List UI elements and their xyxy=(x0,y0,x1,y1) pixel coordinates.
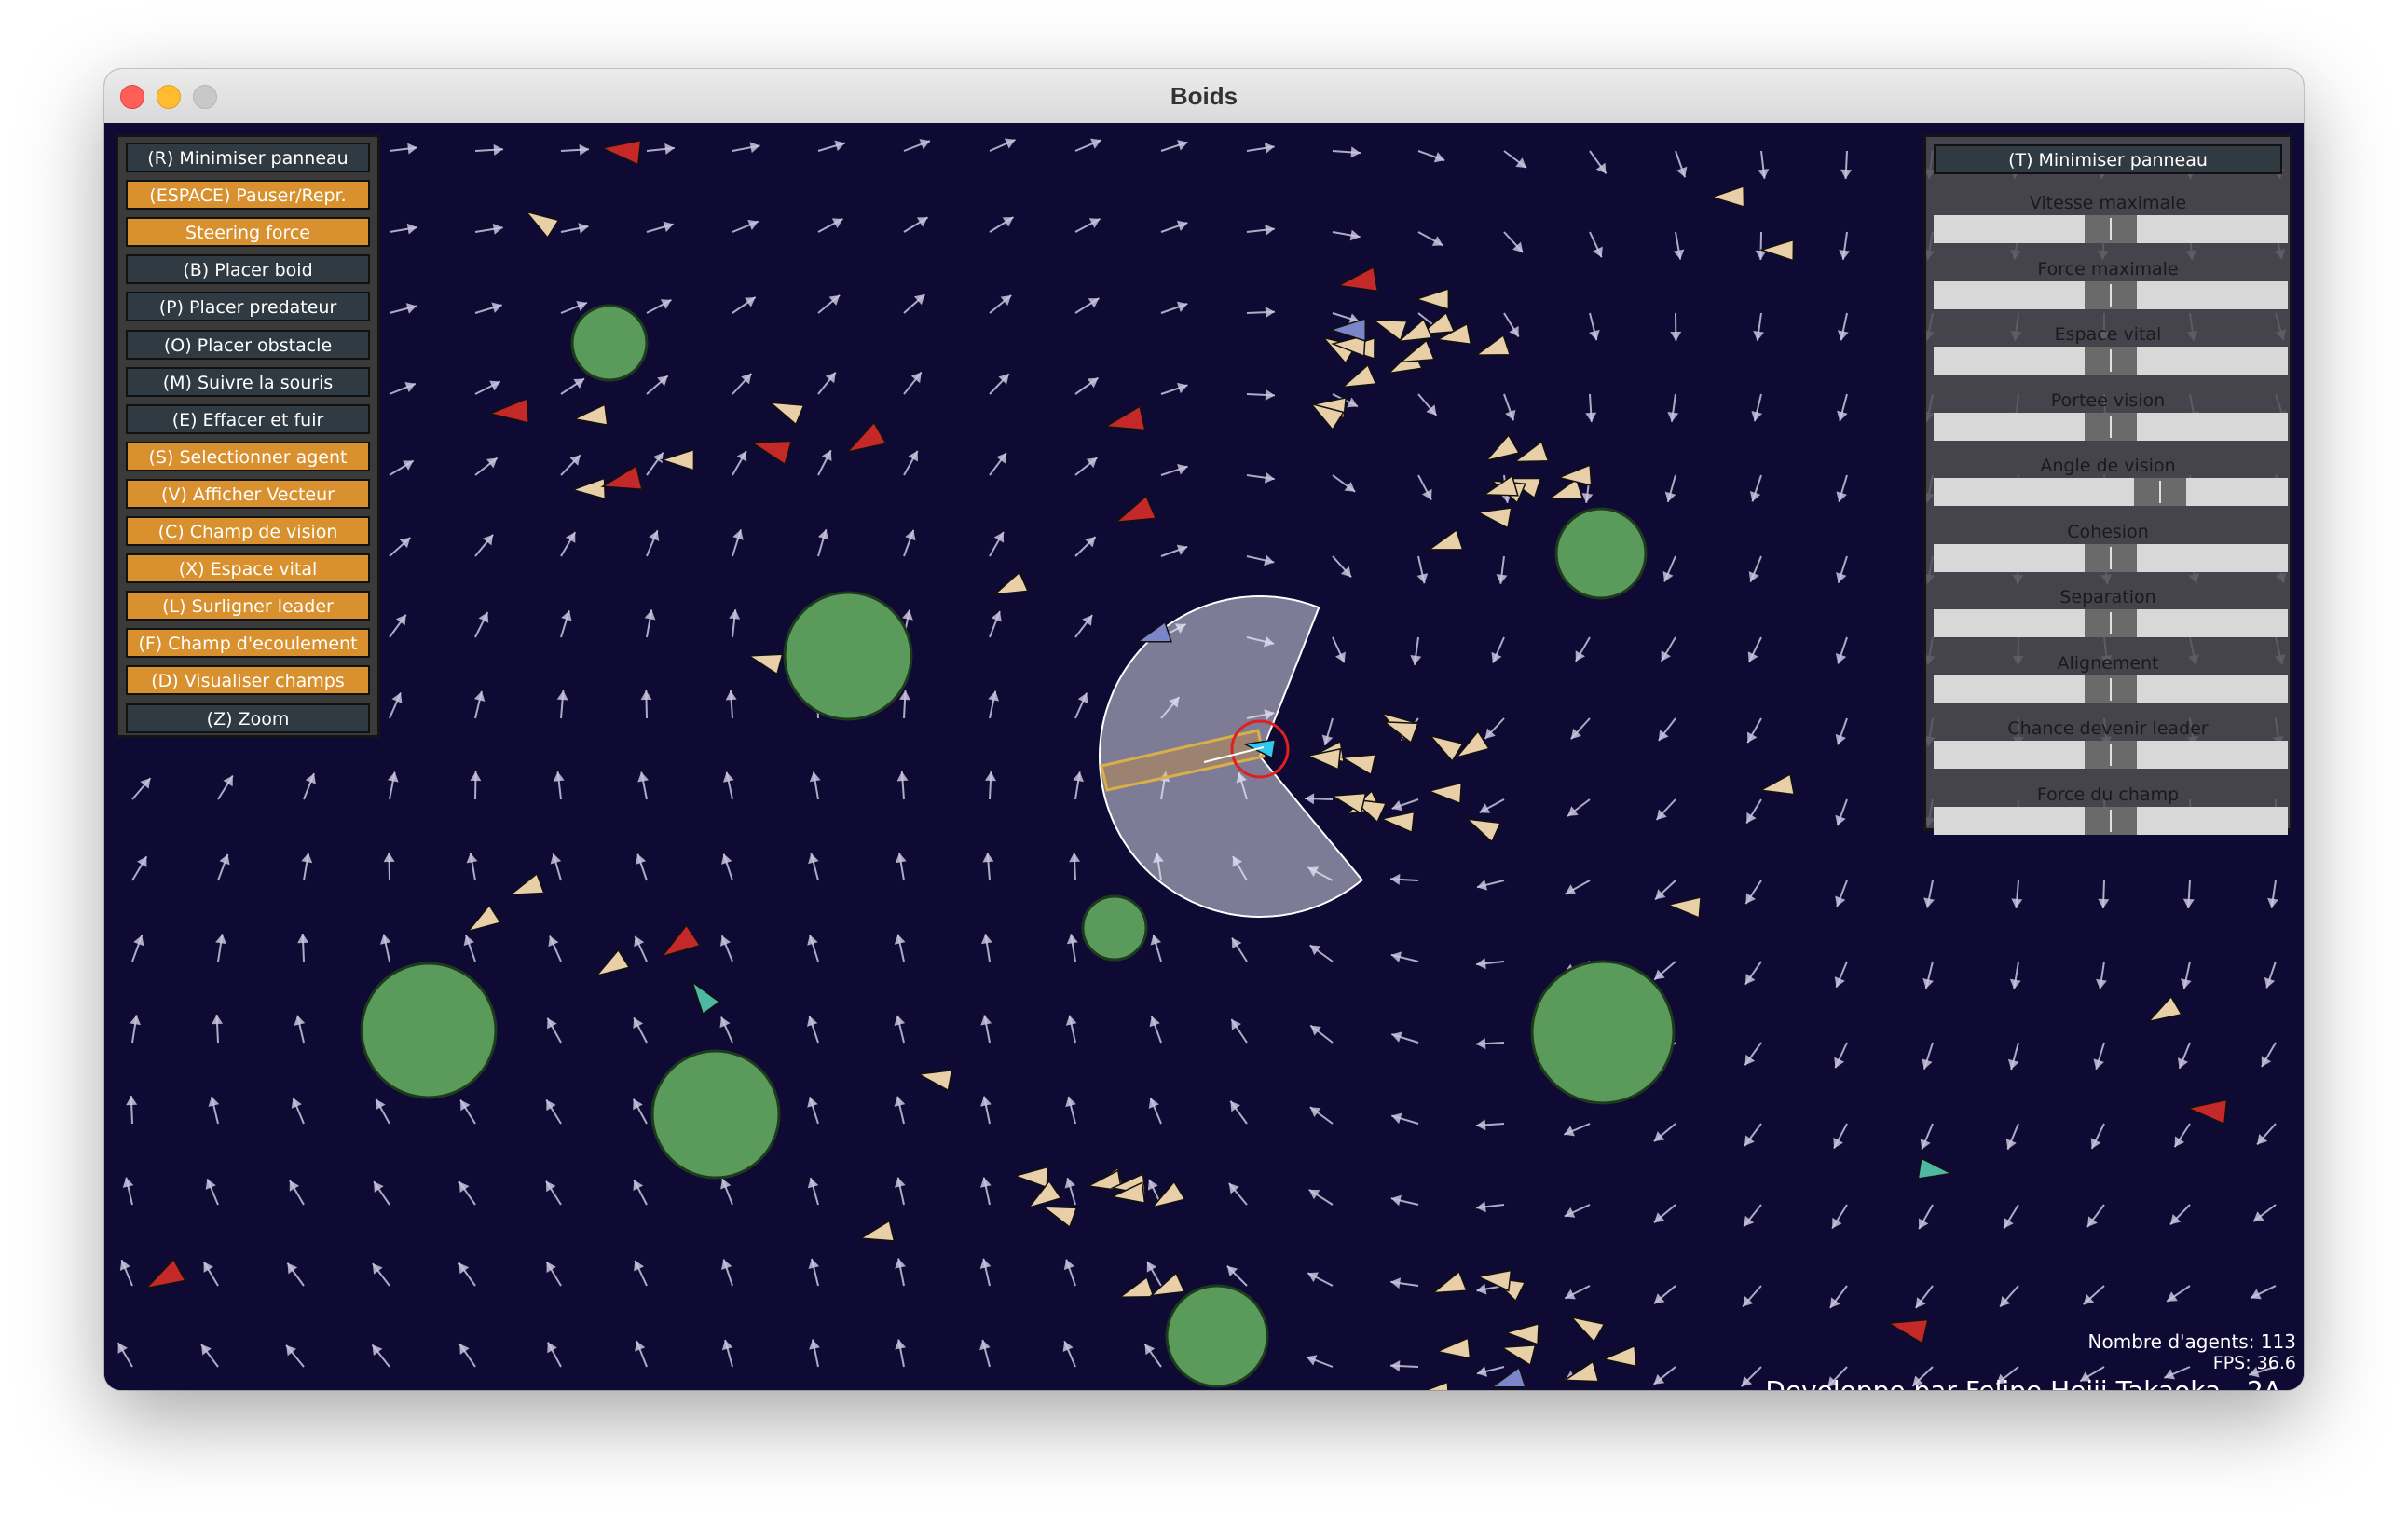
parameter-slider-3[interactable] xyxy=(1934,412,2288,441)
toggle-button-13[interactable]: (F) Champ d'ecoulement xyxy=(126,628,370,659)
slider-thumb[interactable] xyxy=(2085,215,2137,243)
slider-thumb[interactable] xyxy=(2085,543,2137,572)
slider-thumb-mark xyxy=(2159,481,2162,503)
toggle-button-6[interactable]: (M) Suivre la souris xyxy=(126,366,370,397)
slider-thumb[interactable] xyxy=(2085,280,2137,309)
toggle-button-8[interactable]: (S) Selectionner agent xyxy=(126,441,370,471)
fps-counter: FPS: 36.6 xyxy=(2212,1353,2296,1373)
slider-thumb-mark xyxy=(2110,612,2112,634)
toggle-button-7[interactable]: (E) Effacer et fuir xyxy=(126,403,370,434)
obstacle[interactable] xyxy=(1530,960,1676,1105)
toggle-button-2[interactable]: Steering force xyxy=(126,217,370,248)
toggle-button-0[interactable]: (R) Minimiser panneau xyxy=(126,143,370,172)
slider-thumb-mark xyxy=(2110,349,2112,372)
obstacle[interactable] xyxy=(1165,1284,1269,1388)
title-bar: Boids xyxy=(104,69,2304,124)
toggle-button-12[interactable]: (L) Surligner leader xyxy=(126,591,370,621)
obstacle[interactable] xyxy=(570,304,649,382)
toggle-button-14[interactable]: (D) Visualiser champs xyxy=(126,665,370,696)
obstacle[interactable] xyxy=(1081,894,1148,962)
slider-label-3: Portee vision xyxy=(2050,389,2166,411)
obstacle[interactable] xyxy=(650,1049,781,1180)
slider-thumb-mark xyxy=(2110,809,2112,832)
slider-label-8: Chance devenir leader xyxy=(2007,718,2209,739)
parameter-slider-4[interactable] xyxy=(1934,478,2288,506)
slider-thumb-mark xyxy=(2110,218,2112,240)
parameter-slider-1[interactable] xyxy=(1934,280,2288,309)
slider-thumb[interactable] xyxy=(2085,412,2137,441)
slider-thumb-mark xyxy=(2110,283,2112,307)
obstacle[interactable] xyxy=(783,591,913,721)
parameter-slider-8[interactable] xyxy=(1934,741,2288,769)
slider-label-4: Angle de vision xyxy=(2040,456,2176,476)
parameters-panel: (T) Minimiser panneau Vitesse maximale Fo… xyxy=(1923,134,2292,835)
app-window: Boids (R) Minimiser panneau (ESPACE) Paus… xyxy=(104,69,2304,1390)
parameter-slider-0[interactable] xyxy=(1934,215,2288,243)
slider-label-6: Separation xyxy=(2059,587,2156,607)
slider-thumb[interactable] xyxy=(2085,741,2137,769)
obstacle[interactable] xyxy=(360,962,498,1099)
parameter-slider-5[interactable] xyxy=(1934,543,2288,572)
slider-thumb-mark xyxy=(2110,677,2112,701)
window-title: Boids xyxy=(1170,82,1238,110)
parameter-slider-9[interactable] xyxy=(1934,806,2288,835)
control-panel-left: (R) Minimiser panneau (ESPACE) Pauser/Rep… xyxy=(116,134,380,738)
toggle-button-5[interactable]: (O) Placer obstacle xyxy=(126,329,370,360)
toggle-button-10[interactable]: (C) Champ de vision xyxy=(126,516,370,546)
slider-thumb[interactable] xyxy=(2085,806,2137,835)
toggle-button-11[interactable]: (X) Espace vital xyxy=(126,553,370,584)
slider-thumb-mark xyxy=(2110,546,2112,569)
toggle-button-15[interactable]: (Z) Zoom xyxy=(126,703,370,733)
toggle-button-9[interactable]: (V) Afficher Vecteur xyxy=(126,478,370,509)
toggle-button-3[interactable]: (B) Placer boid xyxy=(126,254,370,285)
slider-thumb[interactable] xyxy=(2085,347,2137,375)
minimize-parameters-button[interactable]: (T) Minimiser panneau xyxy=(1934,144,2282,174)
slider-label-7: Alignement xyxy=(2057,652,2159,674)
simulation-canvas[interactable]: (R) Minimiser panneau (ESPACE) Pauser/Rep… xyxy=(104,123,2304,1390)
credits-text: Developpe par Felipe Heiji Takaoka - 2A xyxy=(1765,1375,2281,1390)
agent-count: Nombre d'agents: 113 xyxy=(2087,1330,2296,1353)
slider-thumb-mark xyxy=(2110,415,2112,438)
slider-thumb[interactable] xyxy=(2085,675,2137,703)
parameter-slider-2[interactable] xyxy=(1934,347,2288,375)
slider-label-2: Espace vital xyxy=(2054,324,2162,345)
parameter-slider-7[interactable] xyxy=(1934,675,2288,703)
slider-label-9: Force du champ xyxy=(2036,784,2180,805)
slider-thumb[interactable] xyxy=(2085,609,2137,637)
parameter-slider-6[interactable] xyxy=(1934,609,2288,637)
slider-label-5: Cohesion xyxy=(2067,521,2149,542)
toggle-button-1[interactable]: (ESPACE) Pauser/Repr. xyxy=(126,180,370,211)
toggle-button-4[interactable]: (P) Placer predateur xyxy=(126,292,370,322)
obstacle[interactable] xyxy=(1554,507,1648,600)
slider-label-1: Force maximale xyxy=(2037,258,2179,280)
slider-thumb-mark xyxy=(2110,744,2112,766)
slider-thumb[interactable] xyxy=(2134,478,2187,506)
slider-label-0: Vitesse maximale xyxy=(2029,193,2187,213)
